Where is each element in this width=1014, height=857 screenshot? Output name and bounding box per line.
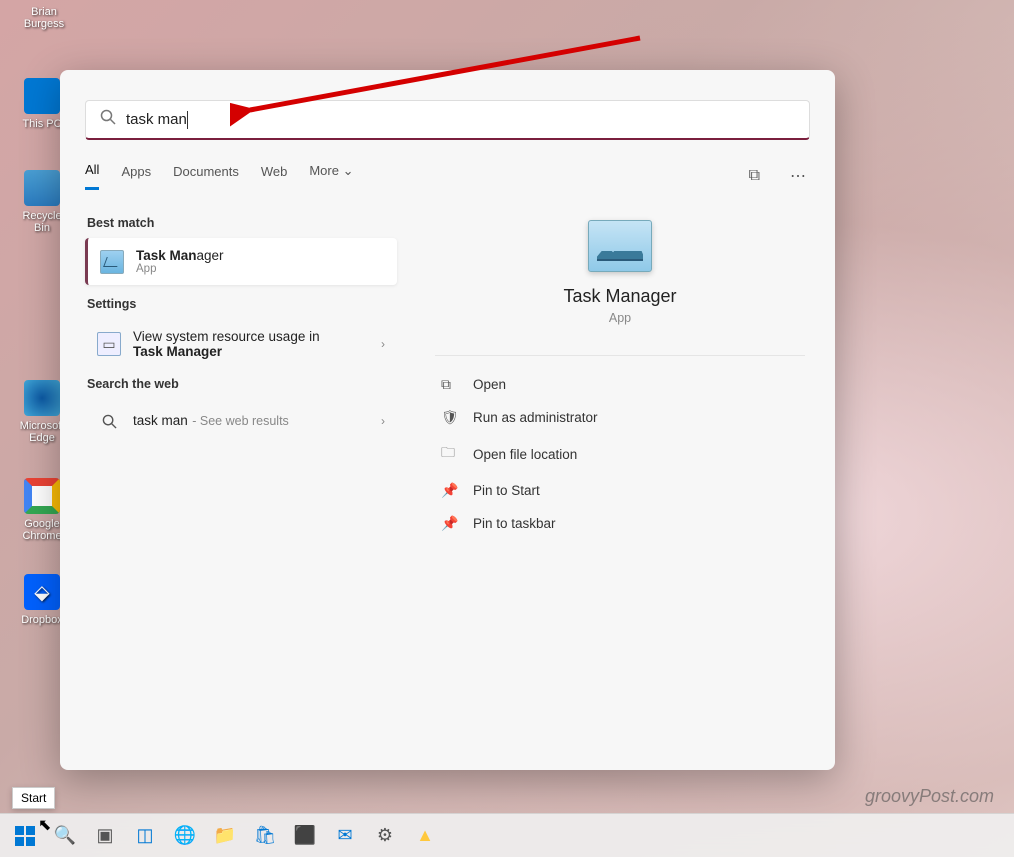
task-manager-large-icon (588, 220, 652, 272)
results-column: Best match Task Manager App Settings ▭ V… (60, 190, 405, 770)
action-label: Pin to Start (473, 483, 540, 498)
windows-logo-icon (15, 826, 35, 846)
widgets-icon: ◫ (136, 825, 153, 846)
taskbar-widgets[interactable]: ◫ (128, 819, 162, 853)
desktop-icon-this-pc[interactable]: This PC (18, 78, 66, 130)
taskbar-edge[interactable]: 🌐 (168, 819, 202, 853)
section-best-match: Best match (87, 216, 397, 230)
chevron-right-icon: › (381, 337, 385, 351)
chrome-icon (24, 478, 60, 514)
action-pin-taskbar[interactable]: 📌 Pin to taskbar (435, 507, 805, 540)
monitor-icon: ▭ (97, 332, 121, 356)
desktop-user-label: Brian Burgess (20, 6, 68, 30)
tab-documents[interactable]: Documents (173, 164, 239, 189)
tab-more[interactable]: More ⌄ (309, 163, 353, 189)
task-manager-icon (100, 250, 124, 274)
taskbar-search[interactable]: 🔍 (48, 819, 82, 853)
store-icon: 🛍 (254, 825, 277, 846)
start-tooltip: Start (12, 787, 55, 809)
taskbar-mail[interactable]: ✉ (328, 819, 362, 853)
taskbar-settings[interactable]: ⚙ (368, 819, 402, 853)
action-label: Run as administrator (473, 410, 598, 425)
file-explorer-icon: 📁 (214, 825, 236, 846)
watermark: groovyPost.com (865, 786, 994, 807)
action-pin-start[interactable]: 📌 Pin to Start (435, 474, 805, 507)
taskbar-office[interactable]: ⬛ (288, 819, 322, 853)
edge-icon (24, 380, 60, 416)
tab-web[interactable]: Web (261, 164, 288, 189)
chevron-right-icon: › (381, 414, 385, 428)
pin-start-icon: 📌 (441, 482, 459, 499)
open-icon: ⧉ (441, 376, 459, 393)
task-view-icon: ▣ (96, 825, 113, 846)
action-label: Open file location (473, 447, 577, 462)
action-open[interactable]: ⧉ Open (435, 368, 805, 401)
start-button[interactable] (8, 819, 42, 853)
office-icon: ⬛ (294, 825, 316, 846)
result-system-resource-usage[interactable]: ▭ View system resource usage inTask Mana… (85, 319, 397, 369)
action-label: Pin to taskbar (473, 516, 556, 531)
tab-all[interactable]: All (85, 162, 99, 190)
pc-icon (24, 78, 60, 114)
section-settings: Settings (87, 297, 397, 311)
app-icon: ▲ (416, 825, 434, 846)
admin-icon: 🛡 (441, 409, 459, 426)
taskbar-task-view[interactable]: ▣ (88, 819, 122, 853)
desktop-icon-chrome[interactable]: Google Chrome (18, 478, 66, 542)
dropbox-icon: ⬙ (24, 574, 60, 610)
mail-icon: ✉ (337, 825, 352, 846)
desktop-icon-recycle-bin[interactable]: Recycle Bin (18, 170, 66, 234)
edge-icon: 🌐 (174, 825, 196, 846)
folder-icon: 🗀 (441, 442, 459, 466)
section-search-web: Search the web (87, 377, 397, 391)
pin-taskbar-icon: 📌 (441, 515, 459, 532)
search-icon: 🔍 (54, 825, 76, 846)
taskbar-store[interactable]: 🛍 (248, 819, 282, 853)
preview-subtitle: App (435, 311, 805, 325)
more-options-icon[interactable]: ⋯ (786, 162, 810, 190)
feedback-icon[interactable]: ⧉ (745, 163, 764, 189)
start-search-panel: task man All Apps Documents Web More ⌄ ⧉… (60, 70, 835, 770)
action-folder[interactable]: 🗀 Open file location (435, 434, 805, 474)
result-web-search[interactable]: task man - See web results › (85, 399, 397, 443)
action-admin[interactable]: 🛡 Run as administrator (435, 401, 805, 434)
search-box[interactable]: task man (85, 100, 810, 140)
chevron-down-icon: ⌄ (343, 163, 354, 178)
search-tabs: All Apps Documents Web More ⌄ ⧉ ⋯ (60, 150, 835, 190)
taskbar-file-explorer[interactable]: 📁 (208, 819, 242, 853)
desktop-icon-edge[interactable]: Microsoft Edge (18, 380, 66, 444)
preview-title: Task Manager (435, 286, 805, 307)
desktop-icon-dropbox[interactable]: ⬙ Dropbox (18, 574, 66, 626)
recycle-bin-icon (24, 170, 60, 206)
divider (435, 355, 805, 356)
search-icon (97, 409, 121, 433)
result-task-manager[interactable]: Task Manager App (85, 238, 397, 285)
taskbar: 🔍 ▣ ◫ 🌐 📁 🛍 ⬛ ✉ ⚙ ▲ (0, 813, 1014, 857)
action-label: Open (473, 377, 506, 392)
settings-icon: ⚙ (377, 825, 393, 846)
tab-apps[interactable]: Apps (121, 164, 151, 189)
preview-column: Task Manager App ⧉ Open 🛡 Run as administra… (405, 190, 835, 770)
taskbar-app[interactable]: ▲ (408, 819, 442, 853)
